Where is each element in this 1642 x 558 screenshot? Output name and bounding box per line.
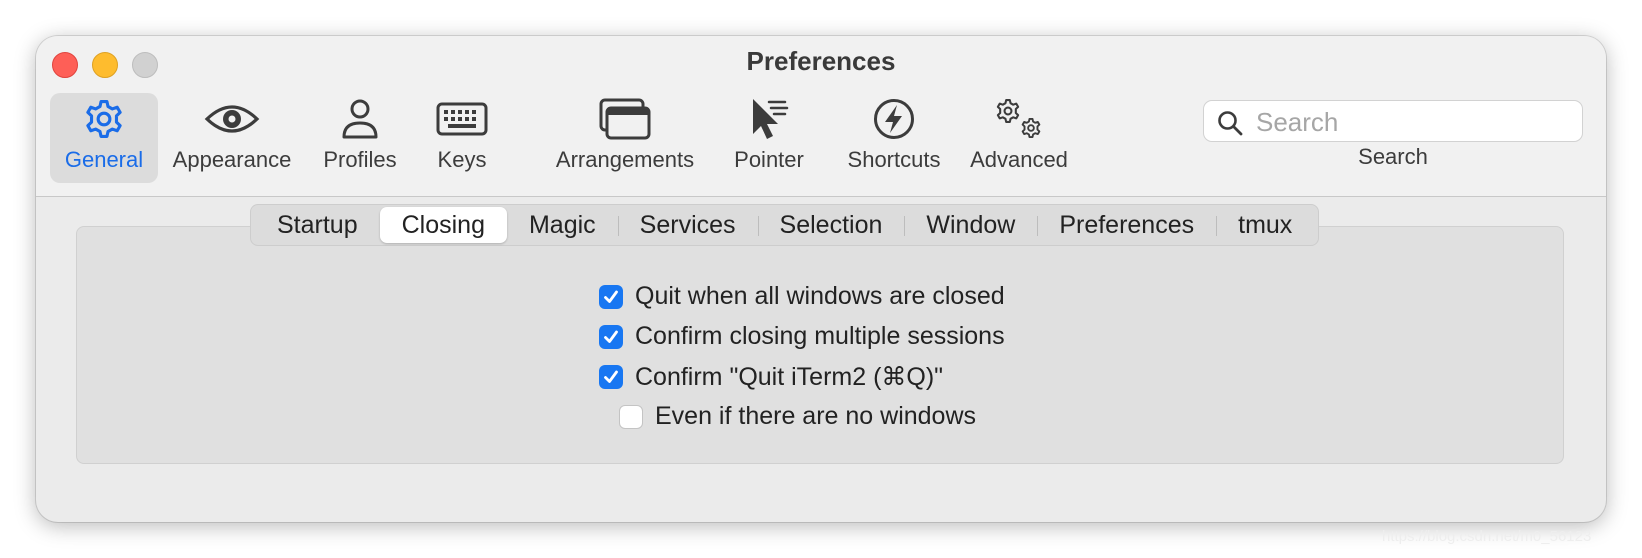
tab-startup[interactable]: Startup	[255, 207, 380, 243]
tab-magic[interactable]: Magic	[507, 207, 618, 243]
checkbox-checked[interactable]	[599, 365, 623, 389]
search-icon	[1216, 109, 1244, 142]
toolbar-label: Profiles	[323, 147, 397, 172]
keyboard-icon	[436, 102, 488, 136]
toolbar-label: Shortcuts	[847, 147, 941, 172]
toolbar: Preferences General Appearance Profiles …	[36, 36, 1606, 197]
checkbox-checked[interactable]	[599, 284, 623, 309]
tab-window[interactable]: Window	[904, 207, 1037, 243]
watermark: https://blog.csdn.net/m0_56123	[1382, 528, 1592, 545]
toolbar-item-advanced[interactable]: Advanced	[964, 93, 1074, 183]
person-icon	[342, 99, 378, 139]
option-label: Confirm "Quit iTerm2 (⌘Q)"	[635, 363, 944, 391]
tab-selection[interactable]: Selection	[757, 207, 905, 243]
tab-content-panel: Quit when all windows are closed Confirm…	[76, 226, 1564, 464]
search-label: Search	[1358, 144, 1428, 169]
checkbox-unchecked[interactable]	[619, 404, 643, 429]
option-confirm-quit[interactable]: Confirm "Quit iTerm2 (⌘Q)"	[599, 362, 943, 392]
windows-icon	[599, 98, 651, 140]
gear-icon	[86, 100, 122, 138]
option-even-if-no-windows[interactable]: Even if there are no windows	[619, 402, 976, 431]
toolbar-label: Pointer	[734, 147, 804, 172]
search-field[interactable]	[1203, 100, 1583, 143]
bolt-icon	[874, 99, 914, 139]
toolbar-label: Arrangements	[555, 147, 695, 172]
checkbox-checked[interactable]	[599, 324, 623, 349]
search-input[interactable]	[1254, 101, 1568, 143]
tab-closing[interactable]: Closing	[379, 207, 507, 243]
toolbar-item-general[interactable]: General	[50, 93, 158, 183]
toolbar-item-appearance[interactable]: Appearance	[164, 93, 300, 183]
toolbar-label: Appearance	[172, 147, 292, 172]
option-label: Even if there are no windows	[655, 402, 977, 430]
option-confirm-multiple-sessions[interactable]: Confirm closing multiple sessions	[599, 322, 1005, 351]
preferences-window: Preferences General Appearance Profiles …	[36, 36, 1606, 522]
toolbar-label: General	[64, 147, 144, 172]
tab-bar: Startup Closing Magic Services Selection…	[250, 204, 1320, 246]
toolbar-item-arrangements[interactable]: Arrangements	[550, 93, 700, 183]
toolbar-item-keys[interactable]: Keys	[424, 93, 500, 183]
toolbar-label: Advanced	[970, 147, 1068, 172]
option-label: Quit when all windows are closed	[635, 282, 1005, 310]
tab-tmux[interactable]: tmux	[1216, 207, 1314, 243]
toolbar-item-profiles[interactable]: Profiles	[308, 93, 412, 183]
window-title: Preferences	[746, 46, 896, 76]
option-quit-when-closed[interactable]: Quit when all windows are closed	[599, 282, 1005, 311]
toolbar-item-pointer[interactable]: Pointer	[724, 93, 814, 183]
toolbar-label: Keys	[437, 147, 487, 172]
tab-preferences[interactable]: Preferences	[1037, 207, 1216, 243]
tab-services[interactable]: Services	[617, 207, 758, 243]
option-label: Confirm closing multiple sessions	[635, 322, 1005, 350]
toolbar-item-shortcuts[interactable]: Shortcuts	[836, 93, 952, 183]
gears-icon	[996, 99, 1041, 138]
eye-icon	[204, 105, 260, 133]
cursor-icon	[753, 99, 789, 139]
